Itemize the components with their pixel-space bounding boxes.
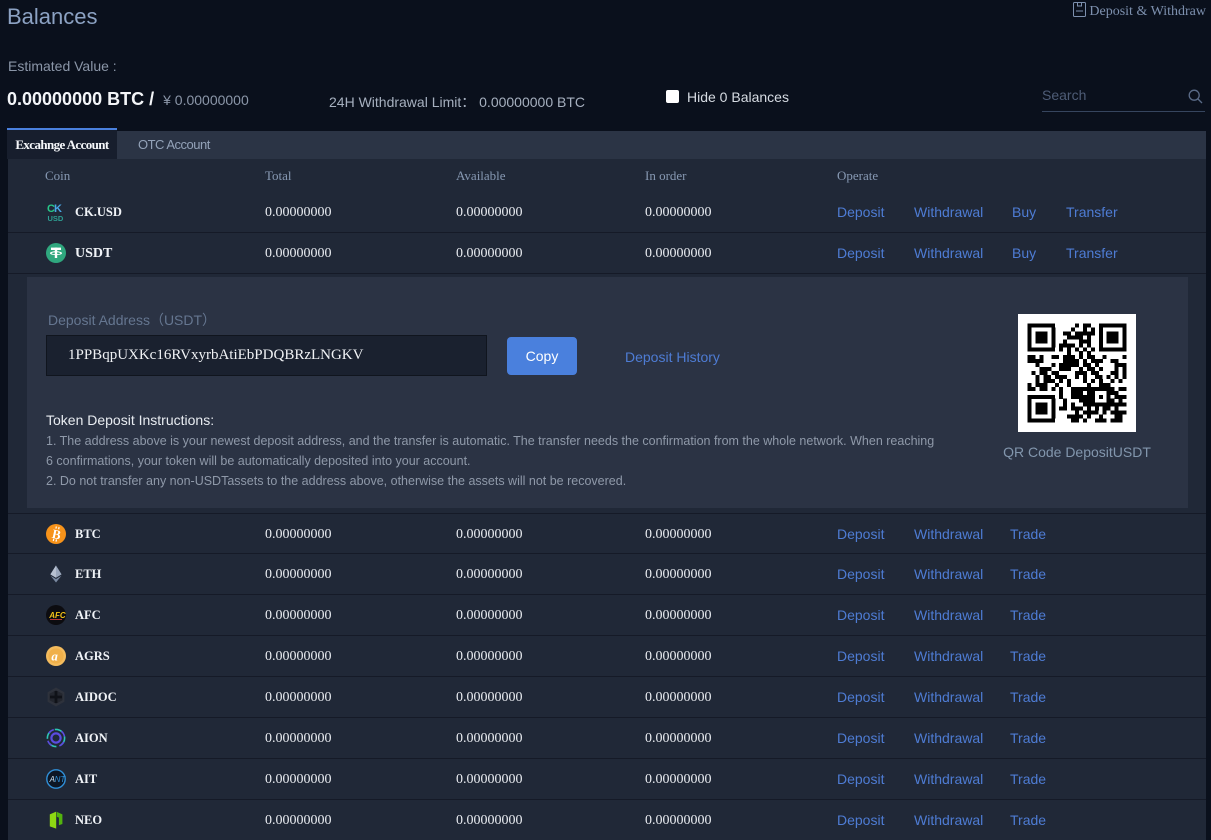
svg-text:a: a [51,649,58,664]
svg-text:NT: NT [55,775,66,784]
svg-text:USD: USD [48,214,64,222]
svg-text:AFC: AFC [48,611,66,620]
